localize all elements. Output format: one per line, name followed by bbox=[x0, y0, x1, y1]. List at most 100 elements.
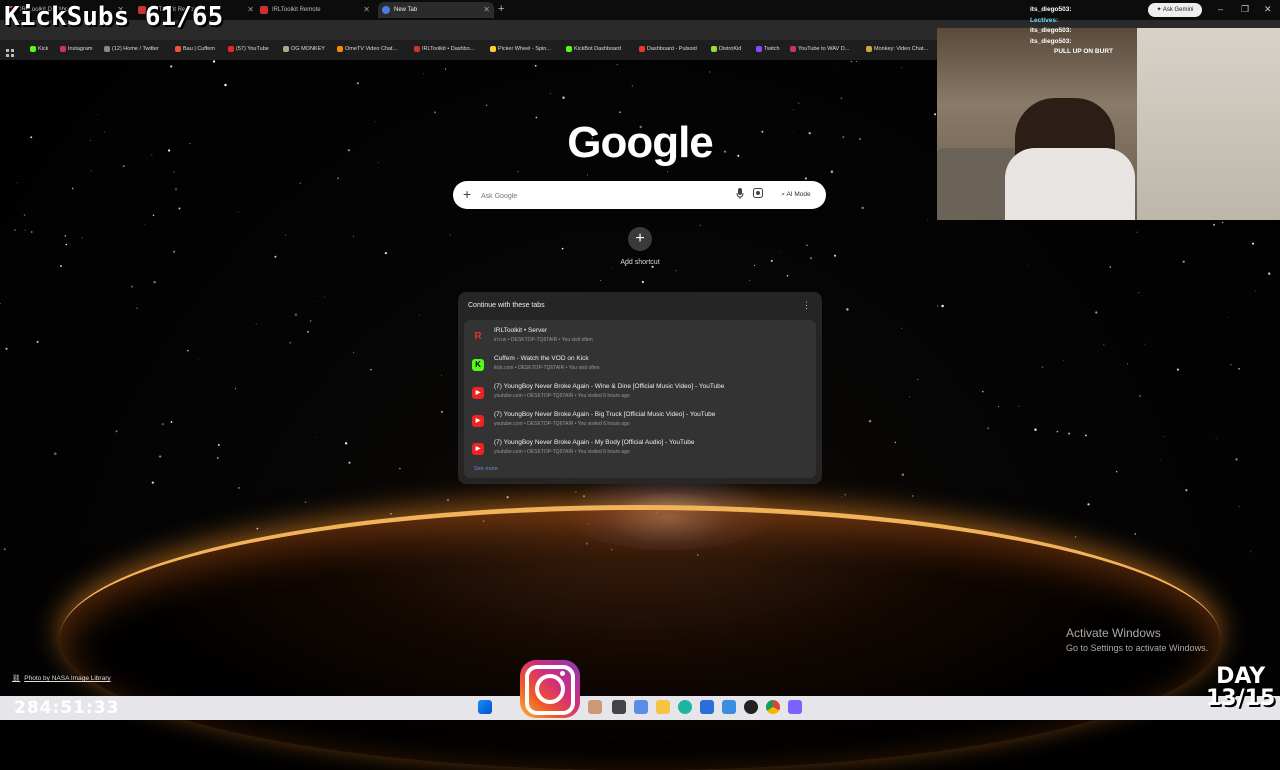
apps-grid-icon[interactable] bbox=[6, 44, 14, 57]
edge-icon[interactable] bbox=[678, 700, 692, 714]
bookmark-item[interactable]: Bau | Cuffem bbox=[175, 42, 215, 56]
star bbox=[238, 487, 240, 489]
close-icon[interactable]: ✕ bbox=[363, 2, 370, 18]
bookmark-label: Twitch bbox=[764, 46, 780, 52]
bookmark-item[interactable]: Dashboard - Pulsoid bbox=[639, 42, 697, 56]
star bbox=[122, 165, 125, 168]
star bbox=[1255, 290, 1257, 292]
star bbox=[89, 140, 91, 142]
star bbox=[3, 548, 6, 551]
bookmark-item[interactable]: (12) Home / Twitter bbox=[104, 42, 159, 56]
star bbox=[936, 305, 939, 307]
obs-icon[interactable] bbox=[744, 700, 758, 714]
star bbox=[561, 247, 564, 250]
browser-tab-active[interactable]: New Tab ✕ bbox=[378, 2, 494, 18]
plus-icon[interactable]: + bbox=[463, 186, 471, 202]
google-lens-icon[interactable] bbox=[753, 188, 765, 202]
app-icon[interactable] bbox=[588, 700, 602, 714]
bookmark-item[interactable]: Instagram bbox=[60, 42, 92, 56]
star bbox=[151, 481, 154, 484]
search-box[interactable]: + ⌕ AI Mode bbox=[453, 181, 826, 209]
item-title: (7) YoungBoy Never Broke Again - My Body… bbox=[494, 439, 695, 446]
star bbox=[941, 304, 944, 308]
bookmark-item[interactable]: DistroKid bbox=[711, 42, 741, 56]
close-window-button[interactable]: ✕ bbox=[1264, 4, 1272, 15]
item-title: (7) YoungBoy Never Broke Again - Wine & … bbox=[494, 383, 725, 390]
star bbox=[285, 234, 287, 236]
star bbox=[1018, 405, 1020, 407]
star bbox=[809, 257, 813, 260]
star bbox=[23, 213, 26, 216]
close-icon[interactable]: ✕ bbox=[483, 2, 490, 18]
star bbox=[1095, 311, 1098, 314]
star bbox=[344, 442, 348, 445]
list-item[interactable]: K Cuffem - Watch the VOD on Kick kick.co… bbox=[464, 352, 816, 378]
stream-timer: 284:51:33 bbox=[14, 698, 120, 718]
activate-windows-subtitle: Go to Settings to activate Windows. bbox=[1066, 643, 1209, 653]
store-icon[interactable] bbox=[700, 700, 714, 714]
browser-tab[interactable]: IRLToolkit Remote ✕ bbox=[256, 2, 374, 18]
item-subtitle: irl.run • DESKTOP-TQ6TAIR • You visit of… bbox=[494, 337, 593, 343]
mail-icon[interactable] bbox=[722, 700, 736, 714]
microphone-icon[interactable] bbox=[735, 188, 745, 202]
star bbox=[224, 83, 227, 87]
list-item[interactable]: ▶ (7) YoungBoy Never Broke Again - My Bo… bbox=[464, 436, 816, 462]
bookmark-favicon-icon bbox=[104, 46, 110, 52]
add-shortcut-button[interactable]: + bbox=[628, 227, 652, 251]
star bbox=[152, 214, 155, 217]
ai-mode-button[interactable]: ⌕ AI Mode bbox=[773, 186, 819, 204]
star bbox=[901, 66, 903, 68]
windows-icon[interactable] bbox=[478, 700, 492, 714]
star bbox=[374, 121, 376, 123]
star bbox=[419, 314, 420, 316]
bookmark-item[interactable]: Picker Wheel - Spin... bbox=[490, 42, 551, 56]
bookmark-favicon-icon bbox=[490, 46, 496, 52]
ask-gemini-button[interactable]: ✦ Ask Gemini bbox=[1148, 3, 1202, 17]
bookmark-item[interactable]: Twitch bbox=[756, 42, 780, 56]
list-item[interactable]: ▶ (7) YoungBoy Never Broke Again - Big T… bbox=[464, 408, 816, 434]
bookmark-item[interactable]: KickBot Dashboard bbox=[566, 42, 621, 56]
bookmark-favicon-icon bbox=[711, 46, 717, 52]
bookmark-item[interactable]: Monkey: Video Chat... bbox=[866, 42, 928, 56]
minimize-button[interactable]: – bbox=[1218, 4, 1223, 14]
bookmark-item[interactable]: YouTube to WAV D... bbox=[790, 42, 849, 56]
list-item[interactable]: R IRLToolkit • Server irl.run • DESKTOP-… bbox=[464, 324, 816, 350]
maximize-button[interactable]: ❐ bbox=[1241, 4, 1249, 15]
star bbox=[786, 274, 789, 277]
chrome-icon[interactable] bbox=[766, 700, 780, 714]
file-explorer-icon[interactable] bbox=[656, 700, 670, 714]
star bbox=[170, 65, 173, 68]
star bbox=[1068, 432, 1071, 435]
star bbox=[1238, 368, 1240, 370]
star bbox=[1074, 536, 1077, 538]
star bbox=[927, 219, 929, 221]
bookmark-favicon-icon bbox=[566, 46, 572, 52]
app-icon[interactable] bbox=[634, 700, 648, 714]
more-vert-icon[interactable]: ⋮ bbox=[802, 300, 811, 311]
bookmark-favicon-icon bbox=[228, 46, 234, 52]
star bbox=[517, 170, 519, 173]
star bbox=[173, 250, 176, 253]
new-tab-button[interactable]: + bbox=[498, 3, 504, 15]
star bbox=[422, 73, 424, 75]
star bbox=[115, 430, 118, 433]
search-input[interactable] bbox=[479, 188, 723, 204]
app-icon[interactable] bbox=[612, 700, 626, 714]
star bbox=[842, 136, 845, 139]
bookmark-item[interactable]: IRLToolkit • Dashbo... bbox=[414, 42, 474, 56]
bookmark-item[interactable]: (57) YouTube bbox=[228, 42, 269, 56]
photo-credit-link[interactable]: ⛓ Photo by NASA Image Library bbox=[12, 674, 111, 682]
webcam-wall bbox=[1137, 28, 1280, 220]
star bbox=[353, 352, 355, 354]
star bbox=[307, 330, 309, 333]
bookmark-item[interactable]: OmeTV Video Chat... bbox=[337, 42, 397, 56]
see-more-link[interactable]: See more bbox=[474, 466, 498, 472]
list-item[interactable]: ▶ (7) YoungBoy Never Broke Again - Wine … bbox=[464, 380, 816, 406]
bookmark-item[interactable]: OG MONKEY bbox=[283, 42, 325, 56]
day-label: DAY bbox=[1216, 664, 1266, 689]
settings-icon[interactable] bbox=[788, 700, 802, 714]
bookmark-item[interactable]: Kick bbox=[30, 42, 48, 56]
star bbox=[352, 235, 355, 237]
ask-gemini-label: Ask Gemini bbox=[1162, 7, 1194, 13]
close-icon[interactable]: ✕ bbox=[247, 2, 254, 18]
